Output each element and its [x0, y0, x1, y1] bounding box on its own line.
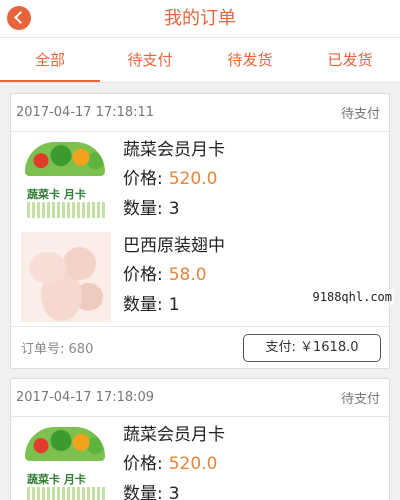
product-name: 巴西原装翅中: [123, 236, 225, 256]
product-name: 蔬菜会员月卡: [123, 140, 225, 160]
order-item[interactable]: 巴西原装翅中 价格: 58.0 数量: 1: [11, 228, 389, 324]
order-card[interactable]: 2017-04-17 17:18:09 待支付 蔬菜卡 月卡 蔬菜会员月卡 价格…: [10, 378, 390, 500]
quantity-label: 数量:: [123, 484, 163, 500]
top-bar: 我的订单: [0, 0, 400, 38]
product-image: 蔬菜卡 月卡: [21, 421, 111, 500]
vegetable-image: [25, 427, 105, 461]
order-status: 待支付: [340, 392, 380, 407]
order-tabs: 全部 待支付 待发货 已发货: [0, 38, 400, 83]
order-header: 2017-04-17 17:18:09 待支付: [11, 379, 389, 417]
order-status: 待支付: [340, 107, 380, 122]
product-image: 蔬菜卡 月卡: [21, 136, 111, 226]
price-label: 价格:: [123, 169, 163, 189]
product-name: 蔬菜会员月卡: [123, 425, 225, 445]
product-quantity: 1: [168, 295, 180, 315]
thumb-text: 蔬菜卡 月卡: [27, 188, 86, 201]
order-header: 2017-04-17 17:18:11 待支付: [11, 94, 389, 132]
watermark-text: 9188qhl.com: [310, 289, 394, 305]
order-footer: 订单号: 680 支付: ￥1618.0: [11, 326, 389, 368]
product-quantity: 3: [168, 484, 180, 500]
product-image: [21, 232, 111, 322]
chevron-left-icon[interactable]: [7, 6, 31, 30]
thumb-text: 蔬菜卡 月卡: [27, 473, 86, 486]
order-number-label: 订单号:: [21, 342, 65, 357]
order-number: 680: [68, 342, 94, 357]
vegetable-image: [25, 142, 105, 176]
order-card[interactable]: 2017-04-17 17:18:11 待支付 蔬菜卡 月卡 蔬菜会员月卡 价格…: [10, 93, 390, 369]
tab-pending-shipment[interactable]: 待发货: [200, 38, 300, 82]
price-label: 价格:: [123, 265, 163, 285]
price-label: 价格:: [123, 454, 163, 474]
quantity-label: 数量:: [123, 295, 163, 315]
product-price: 520.0: [168, 169, 218, 189]
product-price: 520.0: [168, 454, 218, 474]
tab-shipped[interactable]: 已发货: [300, 38, 400, 82]
product-quantity: 3: [168, 199, 180, 219]
order-time: 2017-04-17 17:18:11: [16, 105, 155, 120]
order-time: 2017-04-17 17:18:09: [16, 390, 155, 405]
page-title: 我的订单: [164, 8, 236, 29]
order-item[interactable]: 蔬菜卡 月卡 蔬菜会员月卡 价格: 520.0 数量: 3: [11, 132, 389, 228]
tab-all[interactable]: 全部: [0, 38, 100, 82]
order-item[interactable]: 蔬菜卡 月卡 蔬菜会员月卡 价格: 520.0 数量: 3: [11, 417, 389, 500]
quantity-label: 数量:: [123, 199, 163, 219]
tab-pending-payment[interactable]: 待支付: [100, 38, 200, 82]
product-price: 58.0: [168, 265, 207, 285]
pay-button[interactable]: 支付: ￥1618.0: [243, 333, 381, 362]
